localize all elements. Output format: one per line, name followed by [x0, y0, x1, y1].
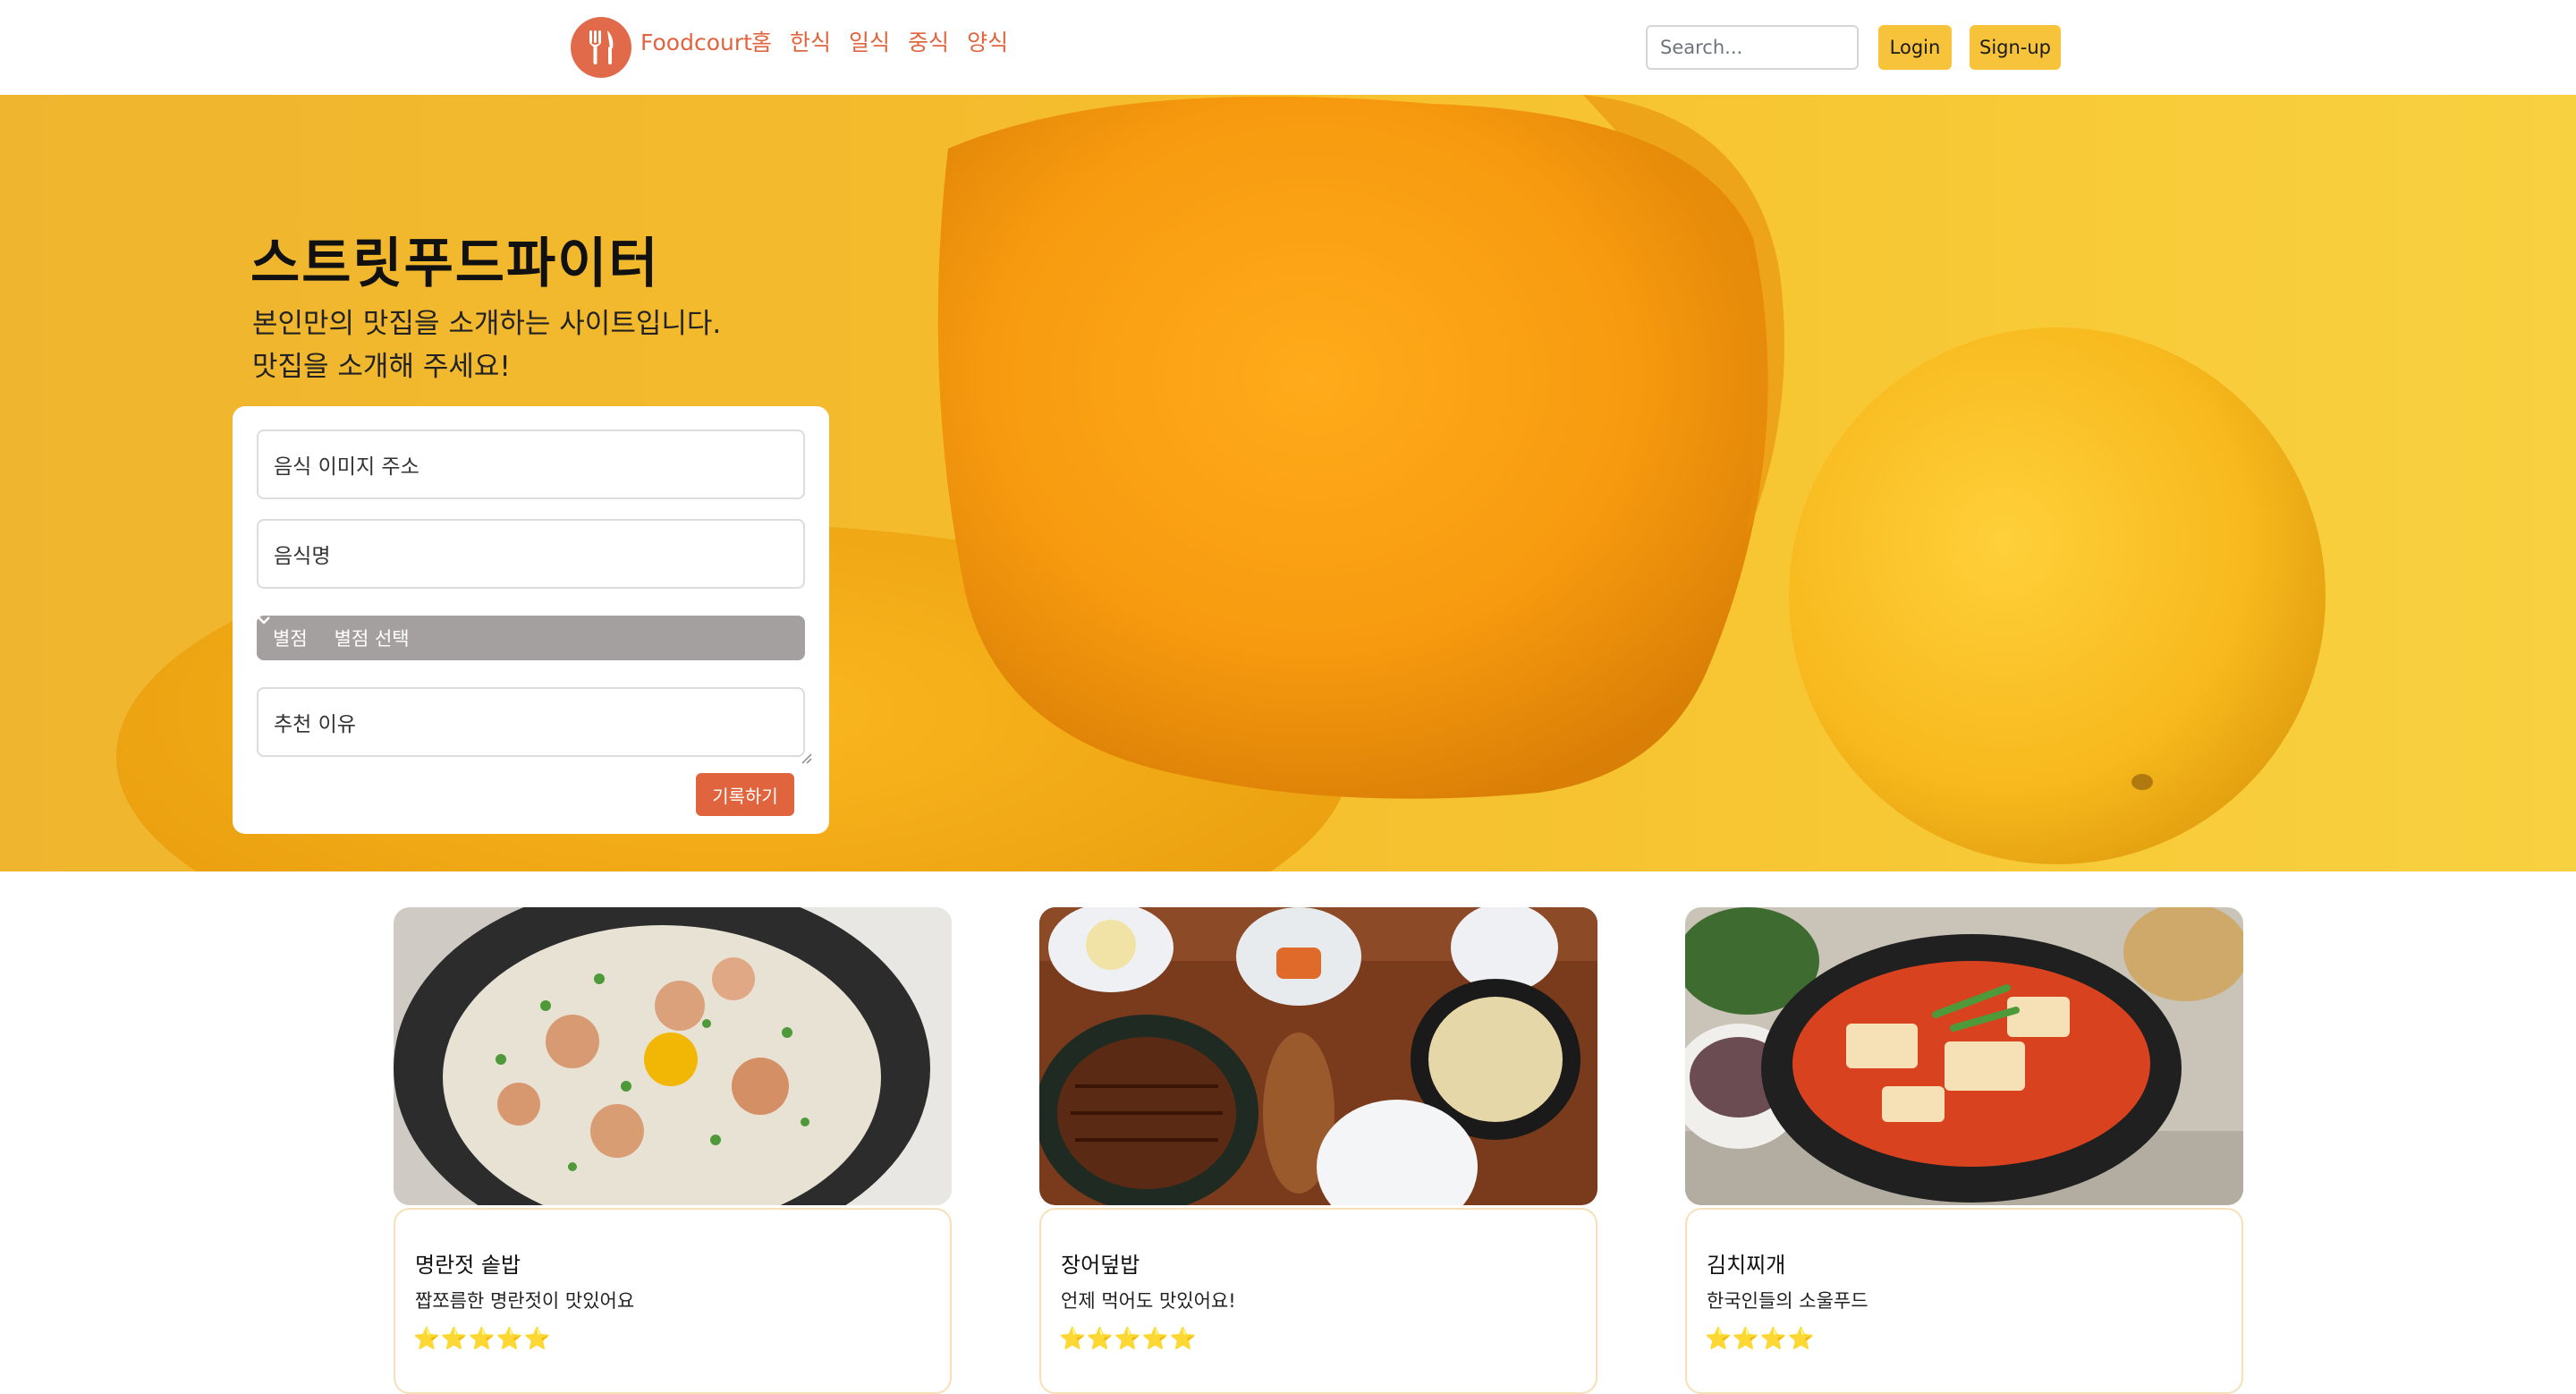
food-card-image — [1685, 907, 2243, 1205]
food-card-text: 짭쪼름한 명란젓이 맛있어요 — [415, 1290, 635, 1312]
reason-textarea[interactable]: 추천 이유 — [257, 687, 812, 764]
nav-link-korean[interactable]: 한식 — [790, 27, 831, 59]
nav-link-home[interactable]: 홈 — [751, 27, 772, 59]
food-card-body: 김치찌개 한국인들의 소울푸드 ⭐⭐⭐⭐ — [1685, 1208, 2243, 1394]
food-card-title: 장어덮밥 — [1061, 1253, 1140, 1278]
hero-description: 본인만의 맛집을 소개하는 사이트입니다. 맛집을 소개해 주세요! — [252, 302, 721, 388]
food-card-image — [1039, 907, 1597, 1205]
food-card-title: 명란젓 솥밥 — [415, 1253, 521, 1278]
hero-description-line-1: 본인만의 맛집을 소개하는 사이트입니다. — [252, 308, 722, 340]
star-rating: ⭐⭐⭐⭐⭐ — [1059, 1326, 1198, 1351]
image-url-input[interactable]: 음식 이미지 주소 — [257, 429, 805, 499]
food-card-text: 언제 먹어도 맛있어요! — [1061, 1290, 1236, 1312]
fork-knife-logo-icon[interactable] — [571, 17, 631, 78]
nav-links: 홈 한식 일식 중식 양식 — [751, 27, 1008, 59]
brand-name[interactable]: Foodcourt — [640, 27, 752, 59]
login-button[interactable]: Login — [1878, 25, 1952, 70]
food-card-title: 김치찌개 — [1707, 1253, 1786, 1278]
food-name-input[interactable]: 음식명 — [257, 519, 805, 589]
hero-banner: 스트릿푸드파이터 본인만의 맛집을 소개하는 사이트입니다. 맛집을 소개해 주… — [0, 95, 2576, 871]
star-rating: ⭐⭐⭐⭐⭐ — [413, 1326, 552, 1351]
submit-button[interactable]: 기록하기 — [696, 773, 794, 816]
recommend-form: 음식 이미지 주소 음식명 별점 별점 선택 추천 이유 기록하기 — [233, 406, 829, 834]
nav-link-japanese[interactable]: 일식 — [849, 27, 890, 59]
signup-button[interactable]: Sign-up — [1970, 25, 2061, 70]
food-card-text: 한국인들의 소울푸드 — [1707, 1290, 1868, 1312]
rating-label: 별점 — [273, 628, 308, 650]
rating-select[interactable]: 별점 별점 선택 — [257, 616, 805, 660]
hero-title: 스트릿푸드파이터 — [250, 233, 660, 295]
top-navbar: Foodcourt 홈 한식 일식 중식 양식 Login Sign-up — [0, 0, 2576, 95]
hero-description-line-2: 맛집을 소개해 주세요! — [252, 351, 511, 383]
food-card-body: 명란젓 솥밥 짭쪼름한 명란젓이 맛있어요 ⭐⭐⭐⭐⭐ — [394, 1208, 952, 1394]
star-rating: ⭐⭐⭐⭐ — [1705, 1326, 1816, 1351]
reason-placeholder: 추천 이유 — [274, 713, 356, 736]
nav-link-chinese[interactable]: 중식 — [908, 27, 949, 59]
search-input[interactable] — [1646, 25, 1859, 70]
rating-selected-value: 별점 선택 — [334, 628, 410, 650]
food-card-image — [394, 907, 952, 1205]
nav-link-western[interactable]: 양식 — [967, 27, 1008, 59]
food-card-body: 장어덮밥 언제 먹어도 맛있어요! ⭐⭐⭐⭐⭐ — [1039, 1208, 1597, 1394]
